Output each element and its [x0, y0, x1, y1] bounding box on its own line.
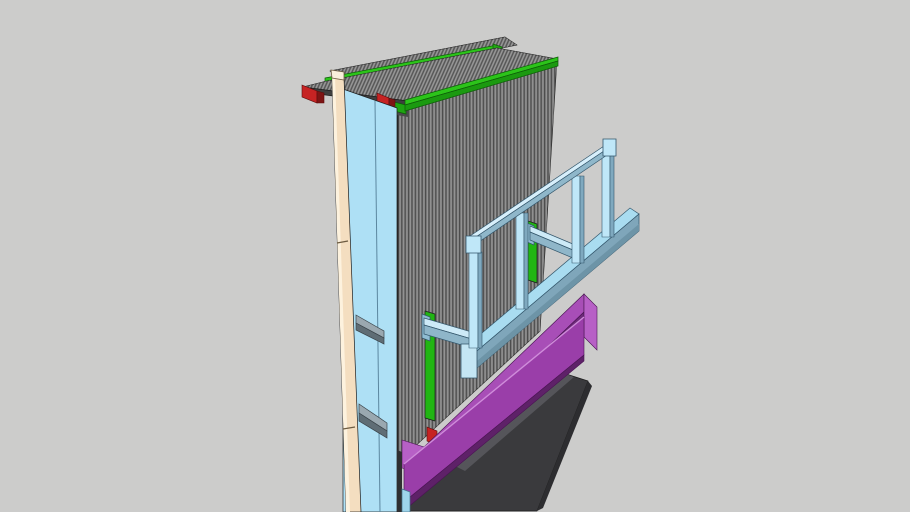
- stud-post-2[interactable]: [515, 212, 529, 310]
- board-top-cap: [330, 69, 345, 81]
- bottom-blue-sliver: [401, 488, 411, 512]
- bottom-gap-strip: [397, 450, 402, 512]
- top-rail-left-cap: [465, 235, 482, 254]
- 3d-viewport[interactable]: [0, 0, 910, 512]
- top-rail-right-cap: [602, 138, 617, 157]
- stud-post-left[interactable]: [468, 251, 483, 349]
- bottom-channel-left-cap: [460, 343, 478, 379]
- stud-post-right[interactable]: [601, 152, 615, 238]
- stud-post-3[interactable]: [571, 175, 585, 264]
- model-canvas[interactable]: [0, 0, 910, 512]
